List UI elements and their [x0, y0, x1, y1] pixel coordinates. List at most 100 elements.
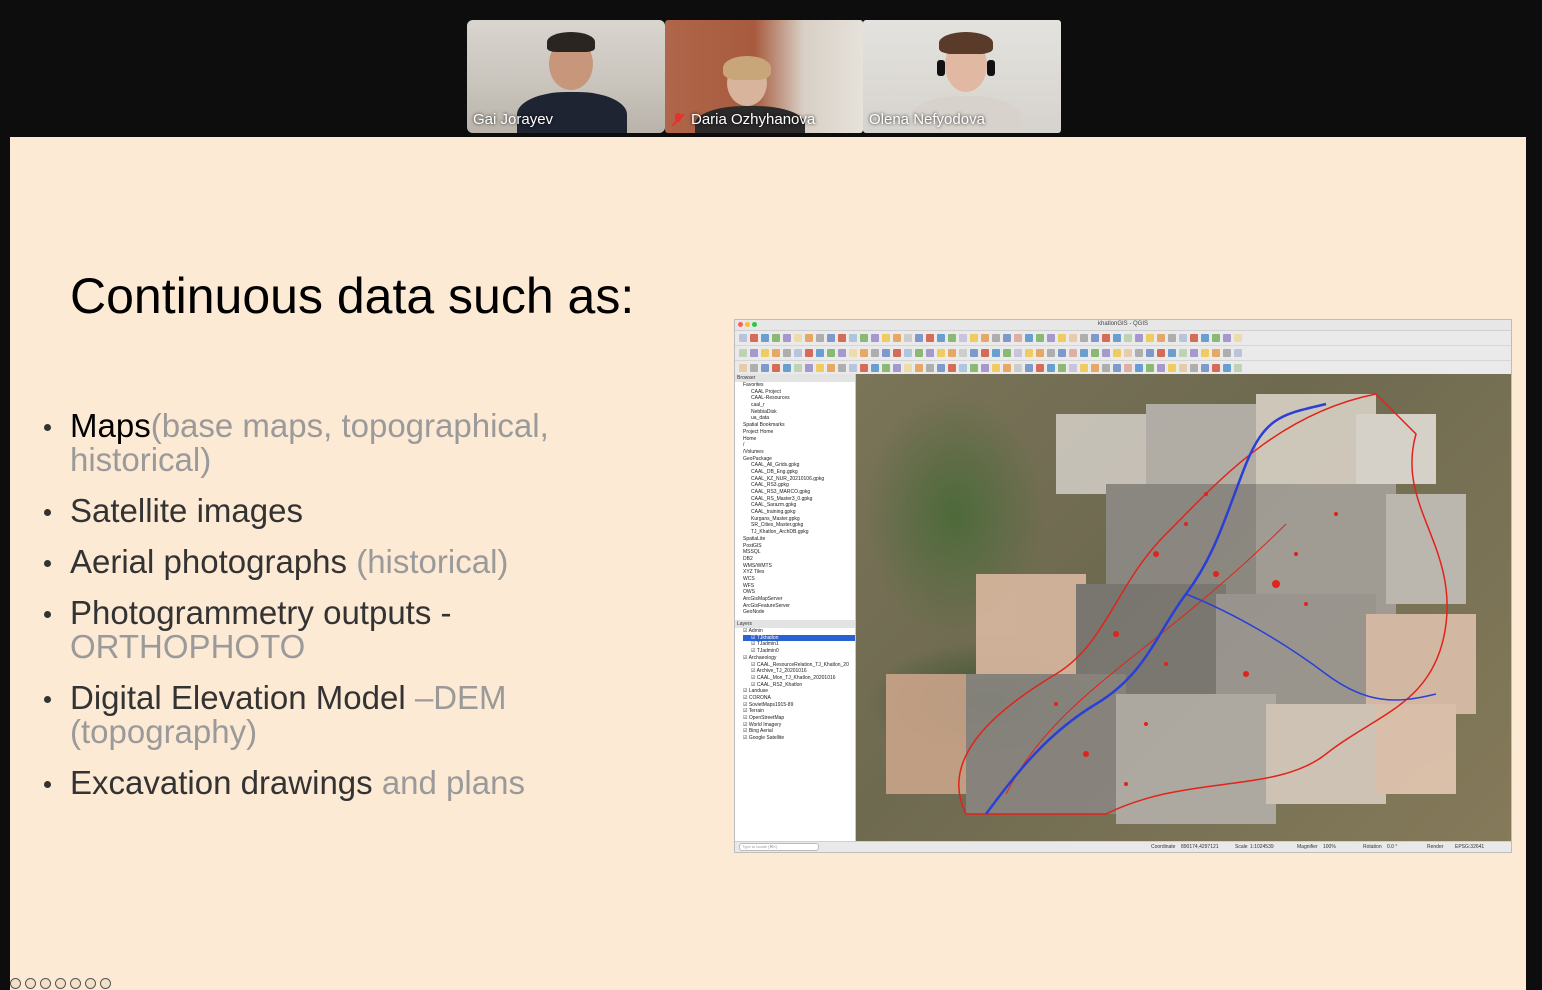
toolbar-tool-icon[interactable]	[1047, 349, 1055, 357]
toolbar-tool-icon[interactable]	[838, 364, 846, 372]
toolbar-tool-icon[interactable]	[1014, 364, 1022, 372]
toolbar-tool-icon[interactable]	[739, 364, 747, 372]
layer-item[interactable]: ☑ SovietMaps1915-89	[743, 702, 855, 709]
toolbar-tool-icon[interactable]	[838, 334, 846, 342]
toolbar-tool-icon[interactable]	[893, 334, 901, 342]
browser-item[interactable]: Spatial Bookmarks	[743, 422, 855, 429]
toolbar-tool-icon[interactable]	[992, 334, 1000, 342]
toolbar-tool-icon[interactable]	[915, 364, 923, 372]
toolbar-tool-icon[interactable]	[948, 364, 956, 372]
toolbar-tool-icon[interactable]	[1058, 364, 1066, 372]
toolbar-tool-icon[interactable]	[970, 349, 978, 357]
toolbar-tool-icon[interactable]	[1124, 364, 1132, 372]
toolbar-tool-icon[interactable]	[816, 334, 824, 342]
toolbar-tool-icon[interactable]	[1168, 334, 1176, 342]
toolbar-tool-icon[interactable]	[761, 334, 769, 342]
toolbar-tool-icon[interactable]	[794, 364, 802, 372]
toolbar-tool-icon[interactable]	[805, 364, 813, 372]
toolbar-tool-icon[interactable]	[1223, 364, 1231, 372]
scale-value[interactable]: 1:1024539	[1250, 842, 1274, 852]
toolbar-tool-icon[interactable]	[1168, 364, 1176, 372]
toolbar-tool-icon[interactable]	[1102, 334, 1110, 342]
toolbar-tool-icon[interactable]	[761, 349, 769, 357]
toolbar-tool-icon[interactable]	[1201, 364, 1209, 372]
toolbar-tool-icon[interactable]	[750, 364, 758, 372]
toolbar-tool-icon[interactable]	[871, 334, 879, 342]
toolbar-tool-icon[interactable]	[1190, 349, 1198, 357]
toolbar-tool-icon[interactable]	[1212, 334, 1220, 342]
camera-icon[interactable]	[70, 978, 81, 989]
toolbar-tool-icon[interactable]	[1212, 364, 1220, 372]
browser-item[interactable]: CAAL_KZ_NUR_20210106.gpkg	[743, 476, 855, 483]
toolbar-tool-icon[interactable]	[882, 349, 890, 357]
toolbar-tool-icon[interactable]	[849, 364, 857, 372]
layer-item[interactable]: ☑ Admin	[743, 628, 855, 635]
browser-item[interactable]: DB2	[743, 556, 855, 563]
toolbar-tool-icon[interactable]	[1014, 349, 1022, 357]
toolbar-tool-icon[interactable]	[1179, 364, 1187, 372]
layer-item[interactable]: ☑ Archaeology	[743, 655, 855, 662]
toolbar-tool-icon[interactable]	[1036, 364, 1044, 372]
toolbar-tool-icon[interactable]	[970, 364, 978, 372]
layer-item[interactable]: ☑ Archive_TJ_20201016	[743, 668, 855, 675]
toolbar-tool-icon[interactable]	[959, 334, 967, 342]
browser-item[interactable]: /Volumes	[743, 449, 855, 456]
browser-item[interactable]: Kurgans_Master.gpkg	[743, 516, 855, 523]
toolbar-tool-icon[interactable]	[1223, 334, 1231, 342]
browser-item[interactable]: CAAL_training.gpkg	[743, 509, 855, 516]
browser-item[interactable]: SR_Cities_Master.gpkg	[743, 522, 855, 529]
browser-item[interactable]: WFS	[743, 583, 855, 590]
toolbar-tool-icon[interactable]	[904, 349, 912, 357]
toolbar-tool-icon[interactable]	[827, 334, 835, 342]
browser-item[interactable]: MSSQL	[743, 549, 855, 556]
participant-tile-daria-ozhyhanova[interactable]: Daria Ozhyhanova	[665, 20, 863, 133]
layer-item[interactable]: ☑ World Imagery	[743, 722, 855, 729]
toolbar-tool-icon[interactable]	[761, 364, 769, 372]
locator-search[interactable]: Type to locate (⌘K)	[739, 842, 819, 851]
toolbar-tool-icon[interactable]	[1135, 349, 1143, 357]
toolbar-tool-icon[interactable]	[805, 334, 813, 342]
toolbar-tool-icon[interactable]	[1223, 349, 1231, 357]
toolbar-tool-icon[interactable]	[1080, 364, 1088, 372]
toolbar-tool-icon[interactable]	[1080, 334, 1088, 342]
layer-item[interactable]: ☑ CAAL_RS2_Khatlon	[743, 682, 855, 689]
toolbar-tool-icon[interactable]	[937, 364, 945, 372]
toolbar-tool-icon[interactable]	[1113, 334, 1121, 342]
browser-item[interactable]: caal_r	[743, 402, 855, 409]
rotation-value[interactable]: 0.0 °	[1387, 842, 1397, 852]
toolbar-tool-icon[interactable]	[1003, 364, 1011, 372]
toolbar-tool-icon[interactable]	[992, 364, 1000, 372]
toolbar-tool-icon[interactable]	[1157, 349, 1165, 357]
toolbar-tool-icon[interactable]	[871, 349, 879, 357]
toolbar-tool-icon[interactable]	[772, 364, 780, 372]
toolbar-tool-icon[interactable]	[783, 349, 791, 357]
toolbar-tool-icon[interactable]	[981, 364, 989, 372]
toolbar-tool-icon[interactable]	[783, 334, 791, 342]
layer-item[interactable]: ☑ TJkhatlon	[743, 634, 855, 642]
toolbar-tool-icon[interactable]	[1168, 349, 1176, 357]
layer-item[interactable]: ☑ Bing Aerial	[743, 728, 855, 735]
previous-slide-icon[interactable]	[10, 978, 21, 989]
browser-item[interactable]: Project Home	[743, 429, 855, 436]
toolbar-tool-icon[interactable]	[1069, 349, 1077, 357]
toolbar-tool-icon[interactable]	[1190, 334, 1198, 342]
toolbar-tool-icon[interactable]	[772, 334, 780, 342]
layer-item[interactable]: ☑ TJadmin0	[743, 648, 855, 655]
toolbar-tool-icon[interactable]	[849, 334, 857, 342]
toolbar-tool-icon[interactable]	[915, 334, 923, 342]
layer-item[interactable]: ☑ Landuse	[743, 688, 855, 695]
toolbar-tool-icon[interactable]	[959, 349, 967, 357]
toolbar-tool-icon[interactable]	[794, 334, 802, 342]
browser-item[interactable]: /	[743, 442, 855, 449]
browser-item[interactable]: WMS/WMTS	[743, 563, 855, 570]
browser-item[interactable]: ArcGisFeatureServer	[743, 603, 855, 610]
toolbar-tool-icon[interactable]	[893, 349, 901, 357]
browser-item[interactable]: NebbiaDisk	[743, 409, 855, 416]
toolbar-tool-icon[interactable]	[1003, 349, 1011, 357]
toolbar-tool-icon[interactable]	[1234, 334, 1242, 342]
toolbar-tool-icon[interactable]	[948, 334, 956, 342]
toolbar-tool-icon[interactable]	[926, 349, 934, 357]
toolbar-tool-icon[interactable]	[871, 364, 879, 372]
toolbar-tool-icon[interactable]	[1036, 349, 1044, 357]
browser-item[interactable]: PostGIS	[743, 543, 855, 550]
